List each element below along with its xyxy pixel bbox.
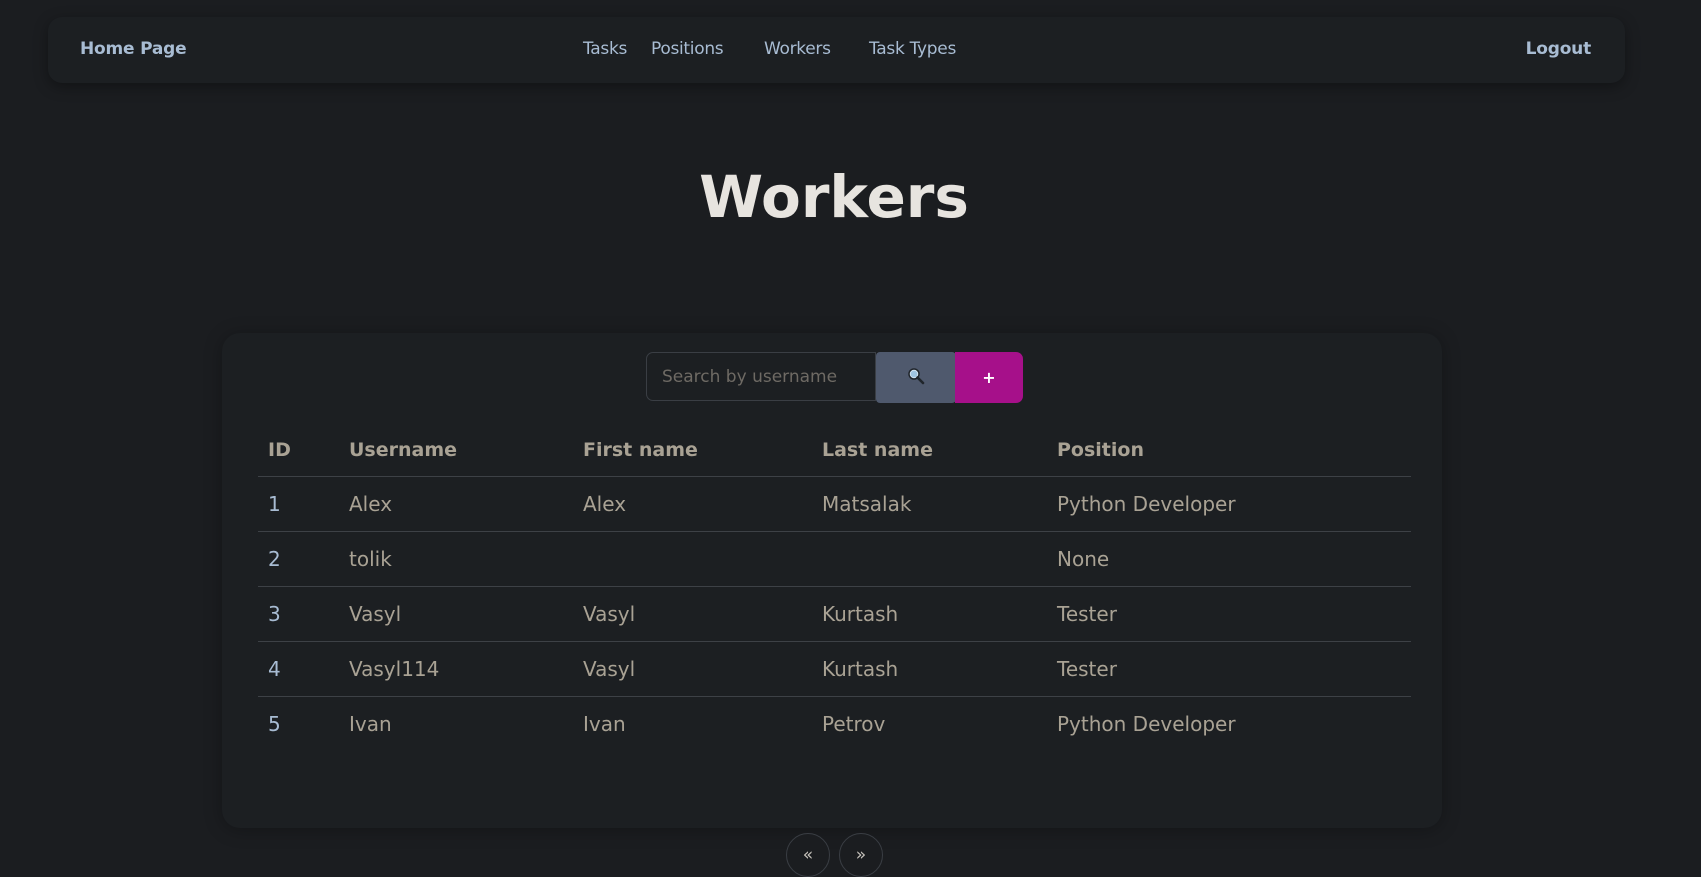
add-worker-button[interactable]: + <box>955 352 1023 403</box>
cell-id: 3 <box>258 586 339 642</box>
table-row: 3 Vasyl Vasyl Kurtash Tester <box>258 586 1411 642</box>
cell-id: 1 <box>258 476 339 532</box>
cell-position: Python Developer <box>1057 712 1236 736</box>
cell-last-name: Kurtash <box>812 586 1047 642</box>
table-row: 2 tolik None <box>258 531 1411 587</box>
cell-first-name <box>573 531 812 587</box>
nav-link-task-types[interactable]: Task Types <box>869 39 956 59</box>
navbar: Home Page Tasks Positions Workers Task T… <box>48 17 1625 83</box>
cell-position: Tester <box>1047 641 1411 697</box>
cell-username: tolik <box>339 531 573 587</box>
search-button[interactable] <box>876 352 956 403</box>
cell-username: Alex <box>339 476 573 532</box>
cell-position: None <box>1047 531 1411 587</box>
cell-id: 2 <box>258 531 339 587</box>
cell-last-name: Kurtash <box>812 641 1047 697</box>
nav-link-positions[interactable]: Positions <box>651 39 724 59</box>
search-input[interactable] <box>646 352 876 401</box>
cell-username: Ivan <box>349 712 392 736</box>
cell-username: Vasyl114 <box>339 641 573 697</box>
home-page-link[interactable]: Home Page <box>80 39 187 59</box>
header-position: Position <box>1047 424 1411 477</box>
table-row: 5 Ivan Ivan Petrov Python Developer <box>258 697 1411 752</box>
cell-first-name: Alex <box>573 476 812 532</box>
table-row: 1 Alex Alex Matsalak Python Developer <box>258 476 1411 532</box>
table-header-row: ID Username First name Last name Positio… <box>258 424 1411 477</box>
nav-link-tasks[interactable]: Tasks <box>583 39 627 59</box>
cell-username: Vasyl <box>339 586 573 642</box>
header-first-name: First name <box>573 424 812 477</box>
table-row: 4 Vasyl114 Vasyl Kurtash Tester <box>258 641 1411 697</box>
cell-position: Python Developer <box>1047 476 1411 532</box>
cell-last-name: Petrov <box>822 712 886 736</box>
header-last-name: Last name <box>812 424 1047 477</box>
page-title: Workers <box>699 163 969 231</box>
pagination-next-button[interactable]: » <box>839 833 883 877</box>
cell-last-name <box>812 531 1047 587</box>
search-icon <box>907 367 925 388</box>
nav-link-workers[interactable]: Workers <box>764 39 831 59</box>
cell-first-name: Vasyl <box>573 641 812 697</box>
cell-id: 4 <box>258 641 339 697</box>
header-username: Username <box>339 424 573 477</box>
cell-first-name: Vasyl <box>573 586 812 642</box>
workers-table: ID Username First name Last name Positio… <box>258 424 1411 751</box>
cell-id: 5 <box>268 712 281 736</box>
cell-last-name: Matsalak <box>812 476 1047 532</box>
header-id: ID <box>258 424 339 477</box>
pagination-prev-button[interactable]: « <box>786 833 830 877</box>
cell-first-name: Ivan <box>583 712 626 736</box>
logout-link[interactable]: Logout <box>1526 39 1592 59</box>
cell-position: Tester <box>1047 586 1411 642</box>
